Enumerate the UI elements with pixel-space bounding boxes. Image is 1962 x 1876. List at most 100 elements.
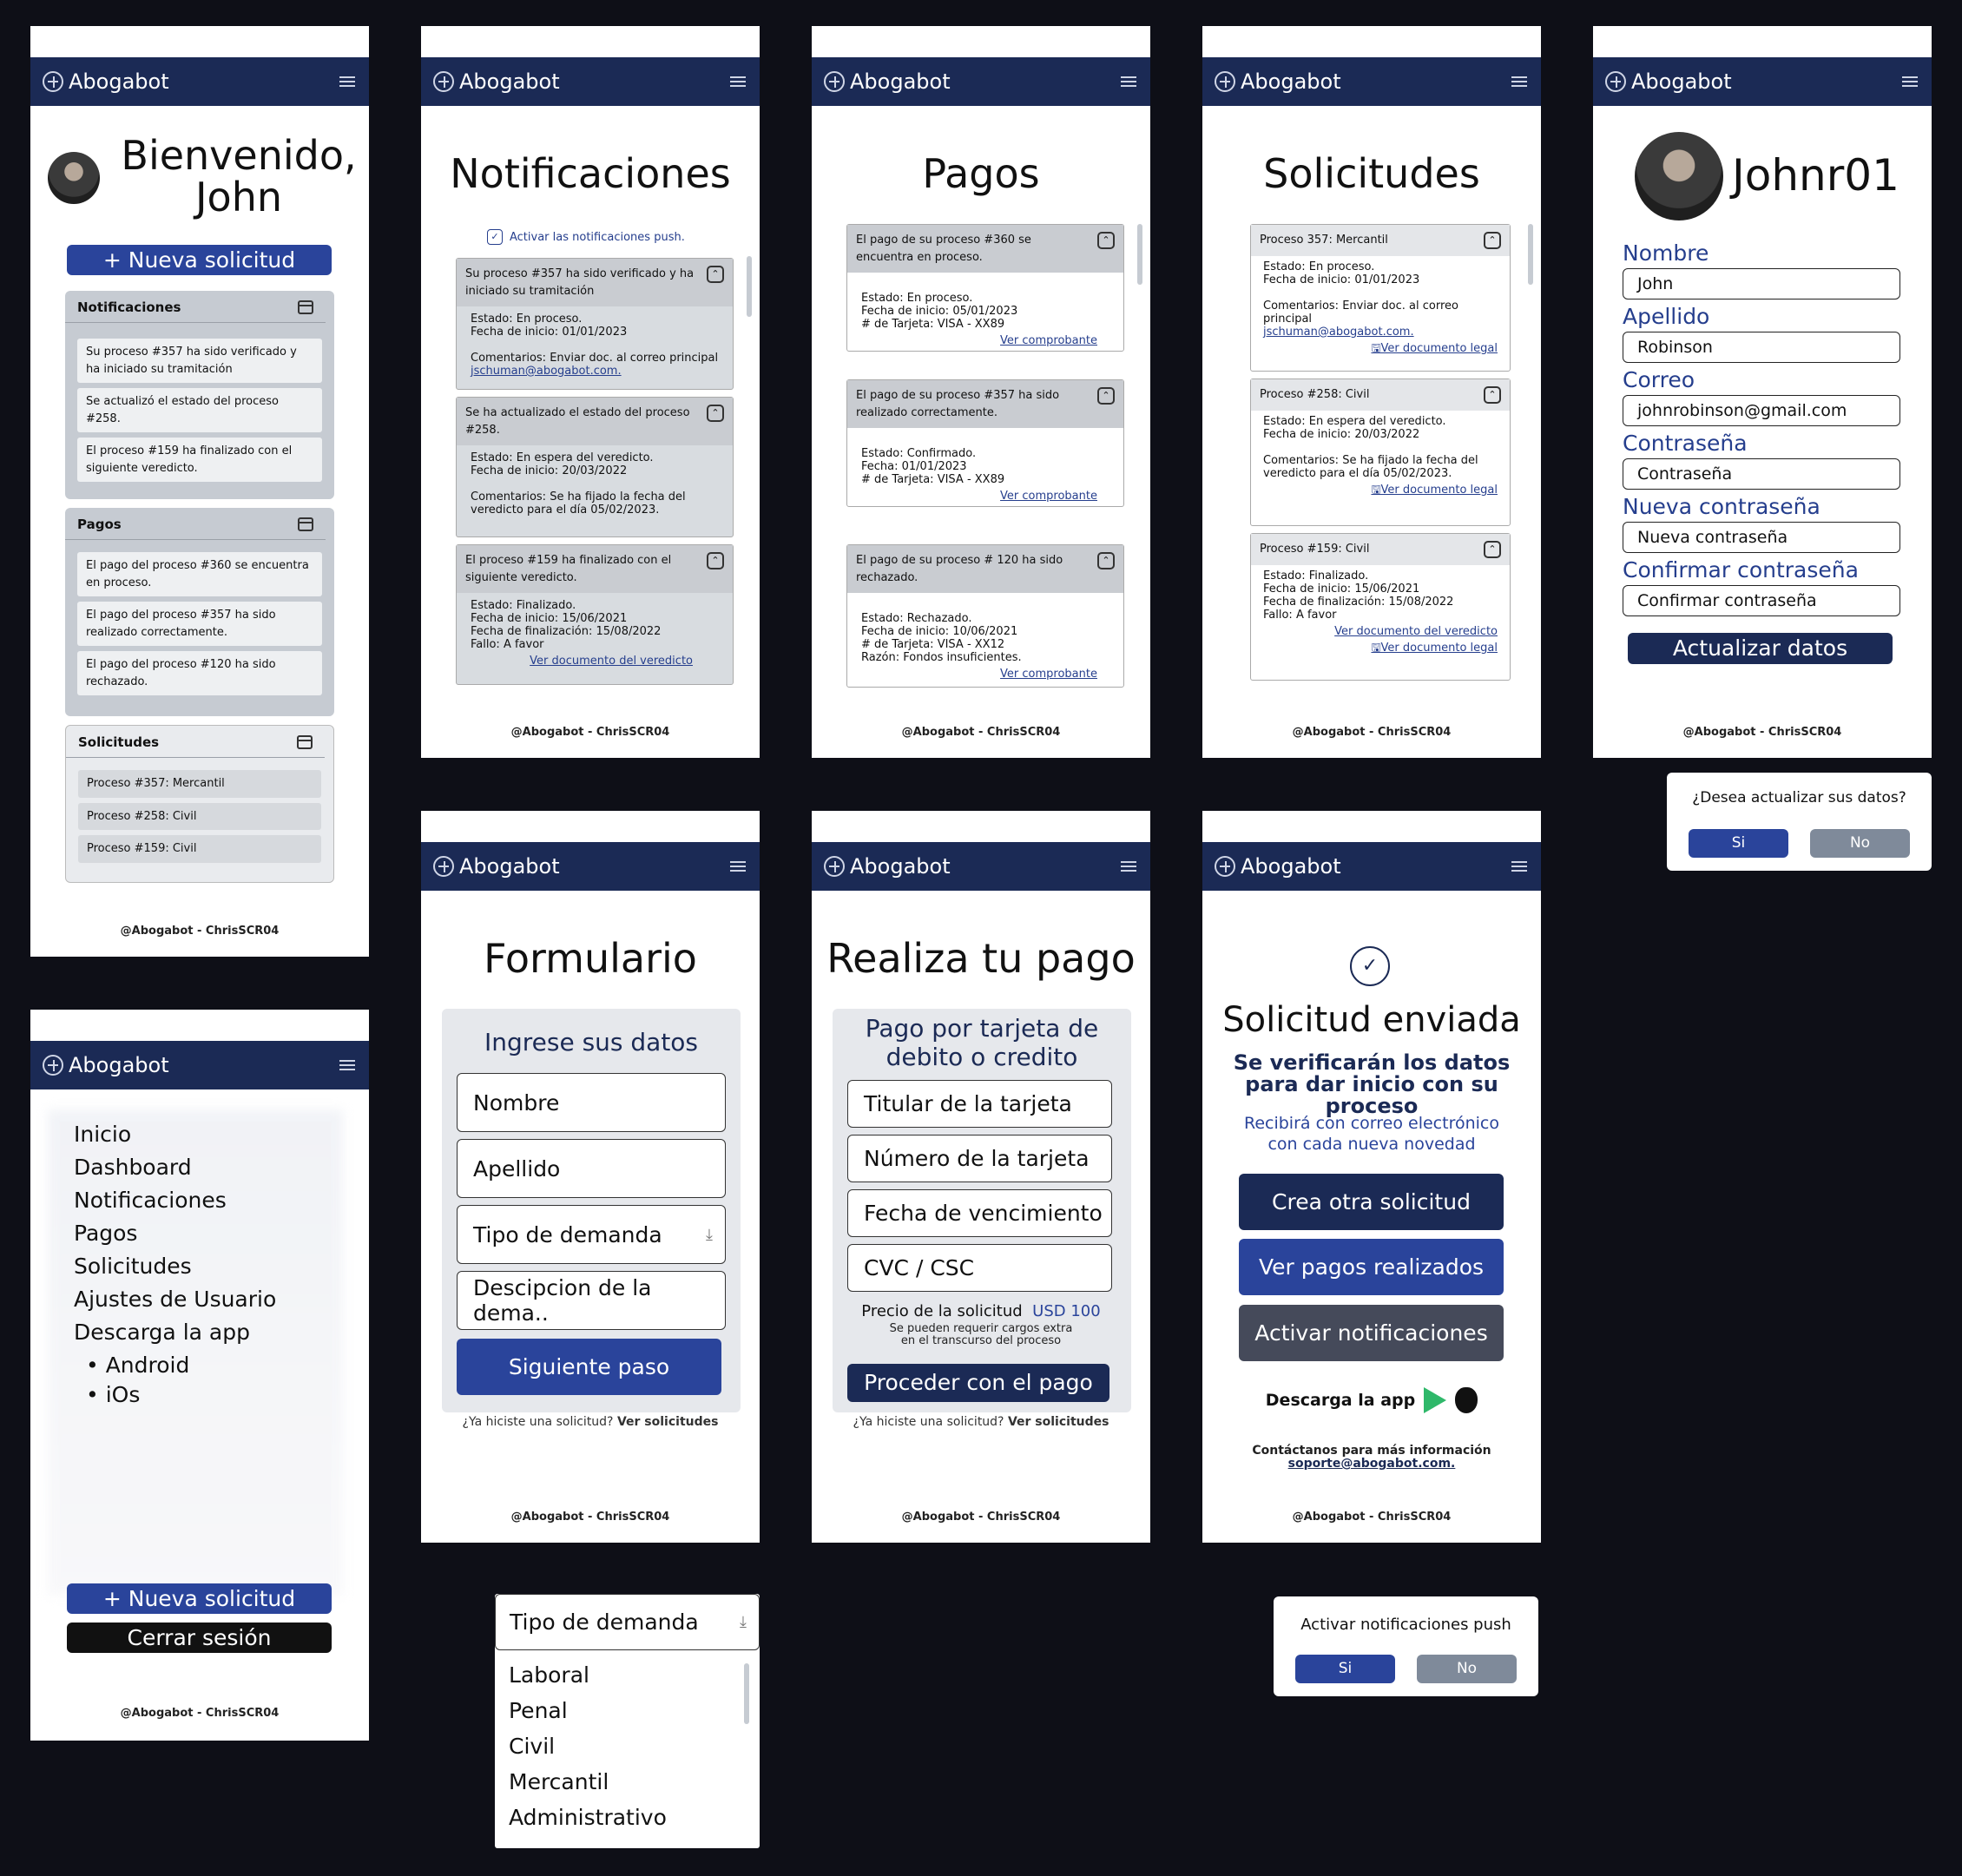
apple-icon[interactable] xyxy=(1455,1387,1478,1413)
dropdown-option[interactable]: Penal xyxy=(509,1693,746,1728)
list-item[interactable]: Se actualizó el estado del proceso #258. xyxy=(77,388,322,432)
chevron-up-icon[interactable]: ⌃ xyxy=(1484,386,1501,404)
view-payments-button[interactable]: Ver pagos realizados xyxy=(1239,1239,1504,1295)
list-item[interactable]: El pago del proceso #360 se encuentra en… xyxy=(77,552,322,596)
receipt-link[interactable]: Ver comprobante xyxy=(861,490,1097,504)
expiry-input[interactable]: Fecha de vencimiento xyxy=(847,1189,1112,1237)
menu-icon[interactable] xyxy=(730,861,746,872)
menu-icon[interactable] xyxy=(1511,76,1527,87)
proceed-payment-button[interactable]: Proceder con el pago xyxy=(847,1364,1109,1402)
legal-document-link[interactable]: 🖫Ver documento legal xyxy=(1263,342,1498,356)
demand-type-select[interactable]: Tipo de demanda ⤓ xyxy=(457,1205,726,1264)
dropdown-option[interactable]: Mercantil xyxy=(509,1764,746,1800)
brand[interactable]: Abogabot xyxy=(824,854,951,879)
view-requests-link[interactable]: Ver solicitudes xyxy=(617,1415,719,1429)
new-request-button[interactable]: + Nueva solicitud xyxy=(67,245,332,275)
chevron-up-icon[interactable]: ⌃ xyxy=(707,552,724,569)
brand[interactable]: Abogabot xyxy=(43,1053,169,1077)
menu-icon[interactable] xyxy=(1121,76,1136,87)
cardholder-input[interactable]: Titular de la tarjeta xyxy=(847,1080,1112,1128)
brand[interactable]: Abogabot xyxy=(824,69,951,94)
chevron-up-icon[interactable]: ⌃ xyxy=(707,405,724,422)
no-button[interactable]: No xyxy=(1417,1655,1517,1683)
new-request-button[interactable]: + Nueva solicitud xyxy=(67,1583,332,1614)
brand[interactable]: Abogabot xyxy=(1605,69,1732,94)
confirm-password-field[interactable]: Confirmar contraseña xyxy=(1623,585,1900,616)
list-item[interactable]: Proceso #258: Civil xyxy=(78,802,321,830)
google-play-icon[interactable] xyxy=(1424,1387,1447,1413)
menu-icon[interactable] xyxy=(339,1060,355,1070)
calendar-icon[interactable] xyxy=(298,300,313,314)
name-input[interactable]: Nombre xyxy=(457,1073,726,1132)
list-item[interactable]: El proceso #159 ha finalizado con el sig… xyxy=(77,438,322,482)
menu-item-notificaciones[interactable]: Notificaciones xyxy=(74,1184,276,1217)
menu-item-descarga[interactable]: Descarga la app xyxy=(74,1316,276,1349)
chevron-up-icon[interactable]: ⌃ xyxy=(1097,232,1115,249)
list-item[interactable]: Proceso #159: Civil xyxy=(78,835,321,863)
brand[interactable]: Abogabot xyxy=(43,69,169,94)
new-password-field[interactable]: Nueva contraseña xyxy=(1623,522,1900,553)
menu-item-pagos[interactable]: Pagos xyxy=(74,1217,276,1250)
list-item[interactable]: El pago del proceso #357 ha sido realiza… xyxy=(77,602,322,646)
activate-notifications-button[interactable]: Activar notificaciones xyxy=(1239,1305,1504,1361)
legal-document-link[interactable]: 🖫Ver documento legal xyxy=(1263,642,1498,655)
scrollbar[interactable] xyxy=(1528,224,1533,285)
menu-icon[interactable] xyxy=(1121,861,1136,872)
list-item[interactable]: Su proceso #357 ha sido verificado y ha … xyxy=(77,339,322,383)
menu-item-ajustes[interactable]: Ajustes de Usuario xyxy=(74,1283,276,1316)
view-requests-link[interactable]: Ver solicitudes xyxy=(1008,1415,1109,1429)
verdict-link[interactable]: Ver documento del veredicto xyxy=(471,655,693,668)
checkbox-icon[interactable]: ✓ xyxy=(487,229,503,245)
chevron-up-icon[interactable]: ⌃ xyxy=(707,266,724,283)
dropdown-option[interactable]: Laboral xyxy=(509,1657,746,1693)
brand[interactable]: Abogabot xyxy=(433,854,560,879)
dropdown-header[interactable]: Tipo de demanda ⤓ xyxy=(495,1594,760,1650)
support-email-link[interactable]: soporte@abogabot.com. xyxy=(1202,1458,1541,1471)
brand[interactable]: Abogabot xyxy=(1215,854,1341,879)
update-data-button[interactable]: Actualizar datos xyxy=(1628,633,1893,664)
lastname-field[interactable]: Robinson xyxy=(1623,332,1900,363)
card-number-input[interactable]: Número de la tarjeta xyxy=(847,1135,1112,1182)
menu-item-solicitudes[interactable]: Solicitudes xyxy=(74,1250,276,1283)
calendar-icon[interactable] xyxy=(298,517,313,531)
scrollbar[interactable] xyxy=(744,1663,749,1724)
description-input[interactable]: Descipcion de la dema.. xyxy=(457,1271,726,1330)
push-toggle[interactable]: ✓ Activar las notificaciones push. xyxy=(487,229,685,245)
menu-icon[interactable] xyxy=(339,76,355,87)
dropdown-option[interactable]: Administrativo xyxy=(509,1800,746,1835)
list-item[interactable]: El pago del proceso #120 ha sido rechaza… xyxy=(77,651,322,695)
menu-icon[interactable] xyxy=(1902,76,1918,87)
yes-button[interactable]: Si xyxy=(1689,829,1788,858)
menu-item-dashboard[interactable]: Dashboard xyxy=(74,1151,276,1184)
legal-document-link[interactable]: 🖫Ver documento legal xyxy=(1263,484,1498,497)
brand[interactable]: Abogabot xyxy=(1215,69,1341,94)
receipt-link[interactable]: Ver comprobante xyxy=(861,668,1097,681)
menu-subitem-android[interactable]: • Android xyxy=(74,1349,276,1382)
brand[interactable]: Abogabot xyxy=(433,69,560,94)
password-field[interactable]: Contraseña xyxy=(1623,458,1900,490)
email-field[interactable]: johnrobinson@gmail.com xyxy=(1623,395,1900,426)
email-link[interactable]: jschuman@abogabot.com. xyxy=(471,365,622,378)
chevron-up-icon[interactable]: ⌃ xyxy=(1484,541,1501,558)
no-button[interactable]: No xyxy=(1810,829,1910,858)
cvc-input[interactable]: CVC / CSC xyxy=(847,1244,1112,1292)
email-link[interactable]: jschuman@abogabot.com. xyxy=(1263,326,1498,339)
chevron-up-icon[interactable]: ⌃ xyxy=(1097,552,1115,569)
dropdown-option[interactable]: Civil xyxy=(509,1728,746,1764)
logout-button[interactable]: Cerrar sesión xyxy=(67,1623,332,1653)
menu-item-inicio[interactable]: Inicio xyxy=(74,1118,276,1151)
calendar-icon[interactable] xyxy=(297,735,313,749)
menu-icon[interactable] xyxy=(1511,861,1527,872)
verdict-link[interactable]: Ver documento del veredicto xyxy=(1263,625,1498,639)
chevron-up-icon[interactable]: ⌃ xyxy=(1484,232,1501,249)
scrollbar[interactable] xyxy=(1137,224,1142,285)
receipt-link[interactable]: Ver comprobante xyxy=(861,334,1097,348)
list-item[interactable]: Proceso #357: Mercantil xyxy=(78,770,321,798)
chevron-up-icon[interactable]: ⌃ xyxy=(1097,387,1115,405)
scrollbar[interactable] xyxy=(747,256,752,317)
yes-button[interactable]: Si xyxy=(1295,1655,1395,1683)
menu-icon[interactable] xyxy=(730,76,746,87)
name-field[interactable]: John xyxy=(1623,268,1900,300)
next-step-button[interactable]: Siguiente paso xyxy=(457,1339,721,1395)
menu-subitem-ios[interactable]: • iOs xyxy=(74,1382,276,1408)
